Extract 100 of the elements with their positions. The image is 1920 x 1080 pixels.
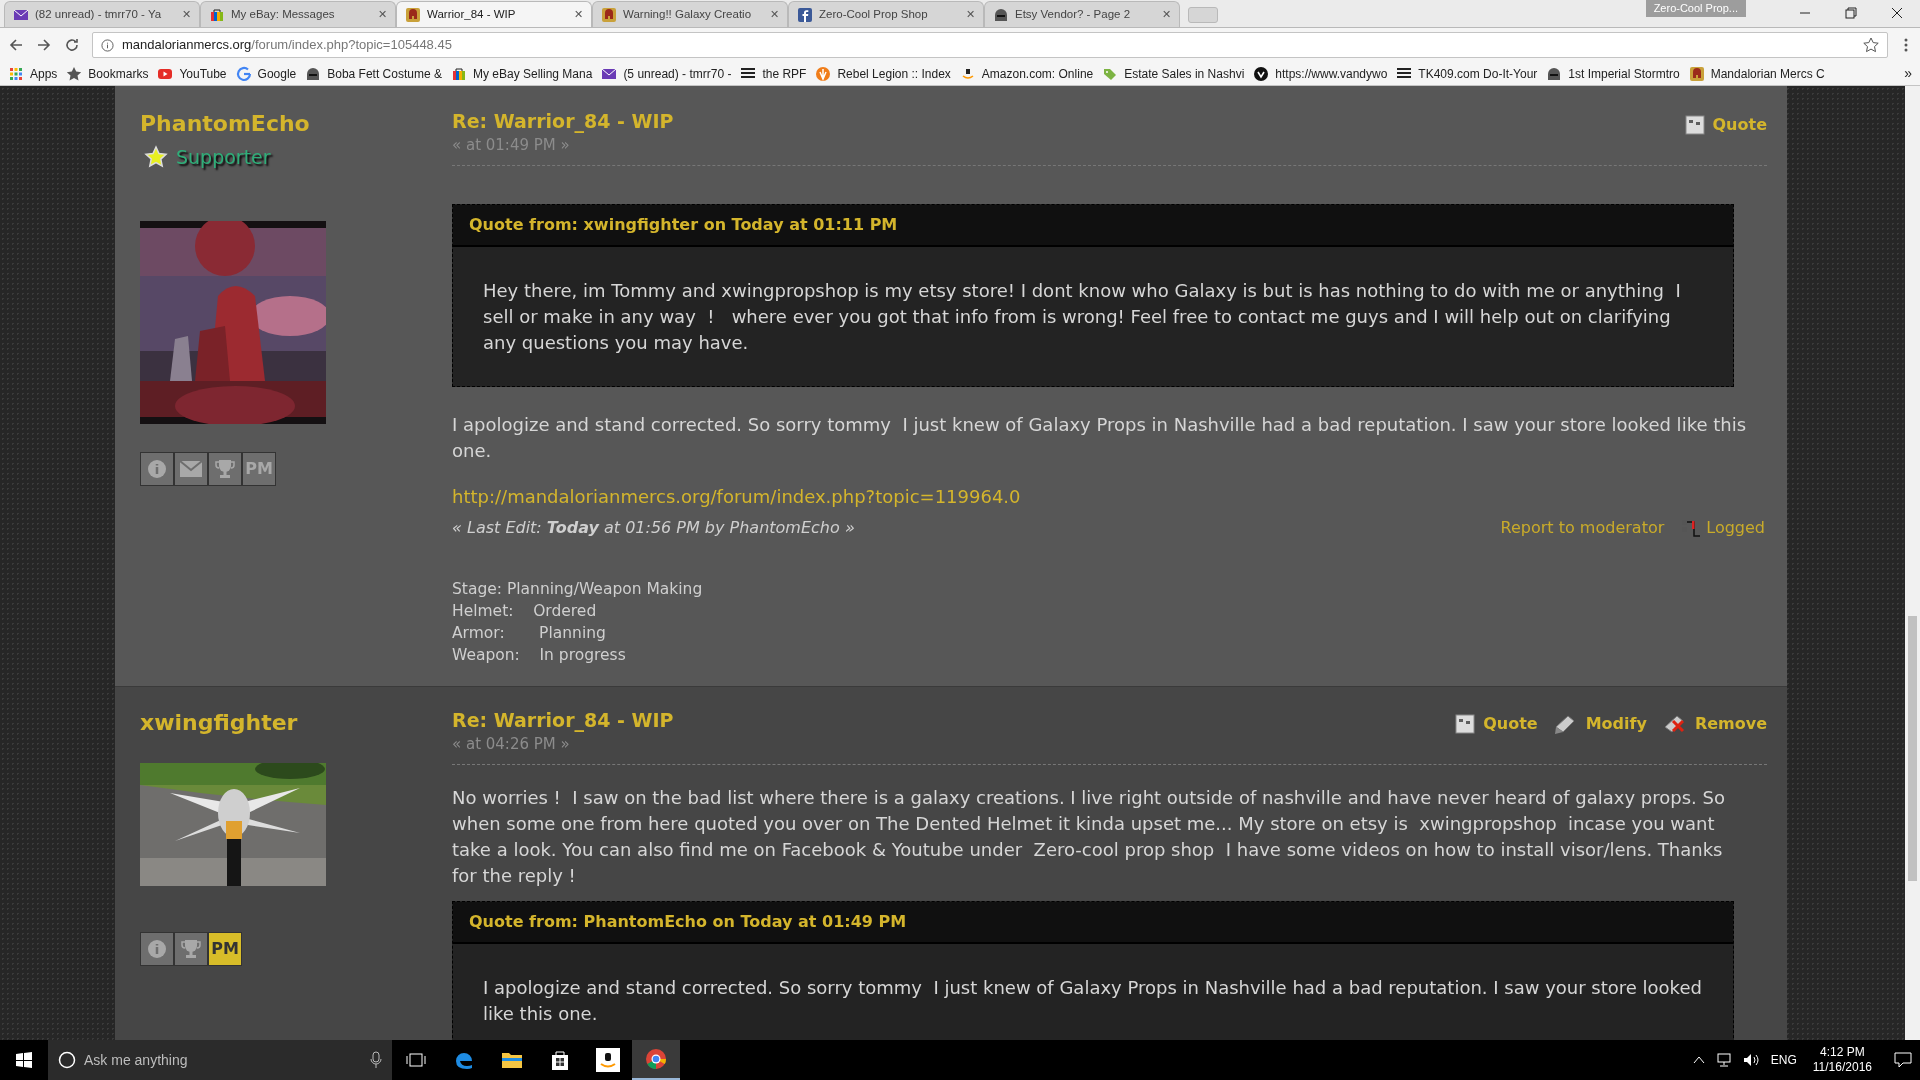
task-view-icon bbox=[406, 1052, 426, 1068]
signature-line: Helmet: Ordered bbox=[452, 601, 598, 622]
taskbar-app[interactable] bbox=[632, 1040, 680, 1080]
post-title[interactable]: Re: Warrior_84 - WIP bbox=[452, 708, 674, 732]
helmet-icon bbox=[1688, 65, 1705, 82]
delete-icon bbox=[1662, 713, 1687, 735]
volume-icon[interactable] bbox=[1742, 1053, 1761, 1067]
helmet-icon bbox=[405, 6, 421, 23]
forward-icon[interactable] bbox=[36, 37, 52, 53]
scrollbar-thumb[interactable] bbox=[1908, 616, 1917, 881]
info-icon bbox=[147, 458, 167, 479]
info-button[interactable] bbox=[140, 451, 174, 486]
browser-tab[interactable]: Etsy Vendor? - Page 2 ✕ bbox=[984, 1, 1180, 27]
quote-link[interactable]: Quote bbox=[1455, 712, 1538, 736]
bookmark[interactable]: Boba Fett Costume & bbox=[305, 64, 442, 83]
browser-tab[interactable]: Warning!! Galaxy Creatio ✕ bbox=[592, 1, 788, 27]
back-icon[interactable] bbox=[8, 37, 24, 53]
search-bar[interactable]: Ask me anything bbox=[48, 1040, 392, 1080]
helmet-icon bbox=[1546, 65, 1563, 82]
tab-title: Zero-Cool Prop Shop bbox=[819, 6, 928, 22]
clock-date[interactable]: 11/16/2016 bbox=[1812, 1060, 1872, 1075]
chevron-up-icon[interactable] bbox=[1692, 1055, 1705, 1065]
browser-tab[interactable]: My eBay: Messages ✕ bbox=[200, 1, 396, 27]
signature-line: Stage: Planning/Weapon Making bbox=[452, 579, 704, 600]
emblem-icon bbox=[815, 65, 832, 82]
scrollbar[interactable] bbox=[1905, 86, 1920, 1040]
close-tab-button[interactable]: ✕ bbox=[574, 6, 583, 23]
bookmark[interactable]: https://www.vandywo bbox=[1253, 64, 1388, 83]
bookmark[interactable]: 1st Imperial Stormtro bbox=[1546, 64, 1680, 83]
pm-button[interactable]: PM bbox=[208, 932, 242, 966]
bookmark[interactable]: YouTube bbox=[157, 64, 227, 83]
notification-icon[interactable] bbox=[1894, 1052, 1912, 1068]
close-tab-button[interactable]: ✕ bbox=[378, 6, 387, 23]
username[interactable]: xwingfighter bbox=[140, 708, 452, 738]
quote-link[interactable]: Quote bbox=[1684, 113, 1767, 137]
bookmark[interactable]: Estate Sales in Nashvi bbox=[1102, 64, 1245, 83]
browser-tab[interactable]: Zero-Cool Prop Shop ✕ bbox=[788, 1, 984, 27]
trophy-icon bbox=[214, 457, 236, 480]
quote-icon bbox=[1455, 714, 1476, 734]
signature-line: Armor: Planning bbox=[452, 623, 607, 644]
shopping-bag-icon bbox=[451, 65, 467, 82]
clock-time[interactable]: 4:12 PM bbox=[1820, 1045, 1865, 1060]
bookmark[interactable]: TK409.com Do-It-Your bbox=[1396, 64, 1538, 83]
info-icon bbox=[147, 939, 167, 959]
tab-title: Warrior_84 - WIP bbox=[427, 6, 516, 22]
post-title[interactable]: Re: Warrior_84 - WIP bbox=[452, 109, 674, 133]
logged-status: Logged bbox=[1706, 517, 1765, 539]
trophy-button[interactable] bbox=[208, 451, 242, 486]
close-tab-button[interactable]: ✕ bbox=[966, 6, 975, 23]
close-tab-button[interactable]: ✕ bbox=[1162, 6, 1171, 23]
browser-tab[interactable]: (82 unread) - tmrr70 - Ya ✕ bbox=[4, 1, 200, 27]
email-button[interactable] bbox=[174, 451, 208, 486]
username[interactable]: PhantomEcho bbox=[140, 109, 452, 139]
more-bookmarks[interactable]: » bbox=[1904, 63, 1912, 84]
search-icon bbox=[58, 1051, 76, 1069]
post-text: No worries ! I saw on the bad list where there is a galaxy creations. I live right outside of nashville and have never heard of galaxy props. So when some one from here quoted you over on The Dented Helmet it kinda upset me... My store on etsy is xwingpropshop incase you want take a look. You can also find me on Facebook & Youtube under Zero-cool prop shop I have some videos on how to install visor/lens. Thanks for the reply ! bbox=[452, 786, 1726, 888]
post-link[interactable]: http://mandalorianmercs.org/forum/index.php?topic=119964.0 bbox=[452, 484, 1770, 510]
star-icon[interactable] bbox=[1863, 37, 1879, 53]
close-tab-button[interactable]: ✕ bbox=[182, 6, 191, 23]
tab-title: Warning!! Galaxy Creatio bbox=[623, 6, 752, 22]
bookmark[interactable]: Google bbox=[235, 64, 297, 83]
bookmark[interactable]: Rebel Legion :: Index bbox=[815, 64, 951, 83]
helmet-icon bbox=[601, 6, 617, 23]
quote-text: Hey there, im Tommy and xwingpropshop is my etsy store! I dont know who Galaxy is but is has nothing to do with me or anything I sell or make in any way ! where ever you got that info from is wrong! Feel free to contact me guys and I will help out on clarifying any questions you may have. bbox=[483, 279, 1682, 355]
helmet-icon bbox=[993, 6, 1009, 23]
star-icon bbox=[144, 145, 168, 170]
google-g-icon bbox=[235, 65, 252, 82]
bookmark[interactable]: the RPF bbox=[740, 64, 807, 83]
tab-title: Etsy Vendor? - Page 2 bbox=[1015, 6, 1131, 22]
shopping-bag-icon bbox=[209, 6, 225, 23]
facebook-icon bbox=[797, 6, 813, 23]
quote-header: Quote from: xwingfighter on Today at 01:11 PM bbox=[469, 214, 898, 236]
network-icon[interactable] bbox=[1714, 1053, 1733, 1067]
info-button[interactable] bbox=[140, 932, 174, 966]
trophy-button[interactable] bbox=[174, 932, 208, 966]
chrome-icon bbox=[645, 1048, 667, 1070]
star-icon bbox=[66, 65, 83, 82]
microphone-icon bbox=[370, 1051, 382, 1069]
quote-text: I apologize and stand corrected. So sorry tommy I just knew of Galaxy Props in Nashville had a bad reputation. I saw your store looked like this one. bbox=[483, 976, 1703, 1026]
tab-title: (82 unread) - tmrr70 - Ya bbox=[35, 6, 162, 22]
close-tab-button[interactable]: ✕ bbox=[770, 6, 779, 23]
browser-tab[interactable]: Warrior_84 - WIP ✕ bbox=[396, 1, 592, 27]
signature-line: Weapon: In progress bbox=[452, 645, 627, 666]
bookmark[interactable]: (5 unread) - tmrr70 - bbox=[601, 64, 732, 83]
remove-link[interactable]: Remove bbox=[1662, 712, 1767, 736]
bookmark[interactable]: Apps bbox=[8, 64, 58, 83]
shopping-bag-icon bbox=[550, 1049, 570, 1071]
bookmark[interactable]: Amazon.com: Online bbox=[959, 64, 1094, 83]
reload-icon[interactable] bbox=[64, 37, 80, 53]
language-indicator[interactable]: ENG bbox=[1770, 1051, 1797, 1069]
bookmark[interactable]: My eBay Selling Mana bbox=[451, 64, 593, 83]
bookmark[interactable]: Bookmarks bbox=[66, 64, 149, 83]
rank-label: Supporter bbox=[176, 145, 271, 170]
modify-link[interactable]: Modify bbox=[1553, 712, 1647, 736]
amazon-app-icon bbox=[596, 1048, 620, 1072]
address-bar[interactable]: mandalorianmercs.org/forum/index.php?topic=105448.45 bbox=[92, 32, 1888, 58]
bookmark[interactable]: Mandalorian Mercs C bbox=[1688, 64, 1825, 83]
circle-logo-icon bbox=[1253, 65, 1270, 82]
search-input[interactable]: Ask me anything bbox=[84, 1049, 362, 1071]
post-time: « at 04:26 PM » bbox=[452, 734, 571, 755]
